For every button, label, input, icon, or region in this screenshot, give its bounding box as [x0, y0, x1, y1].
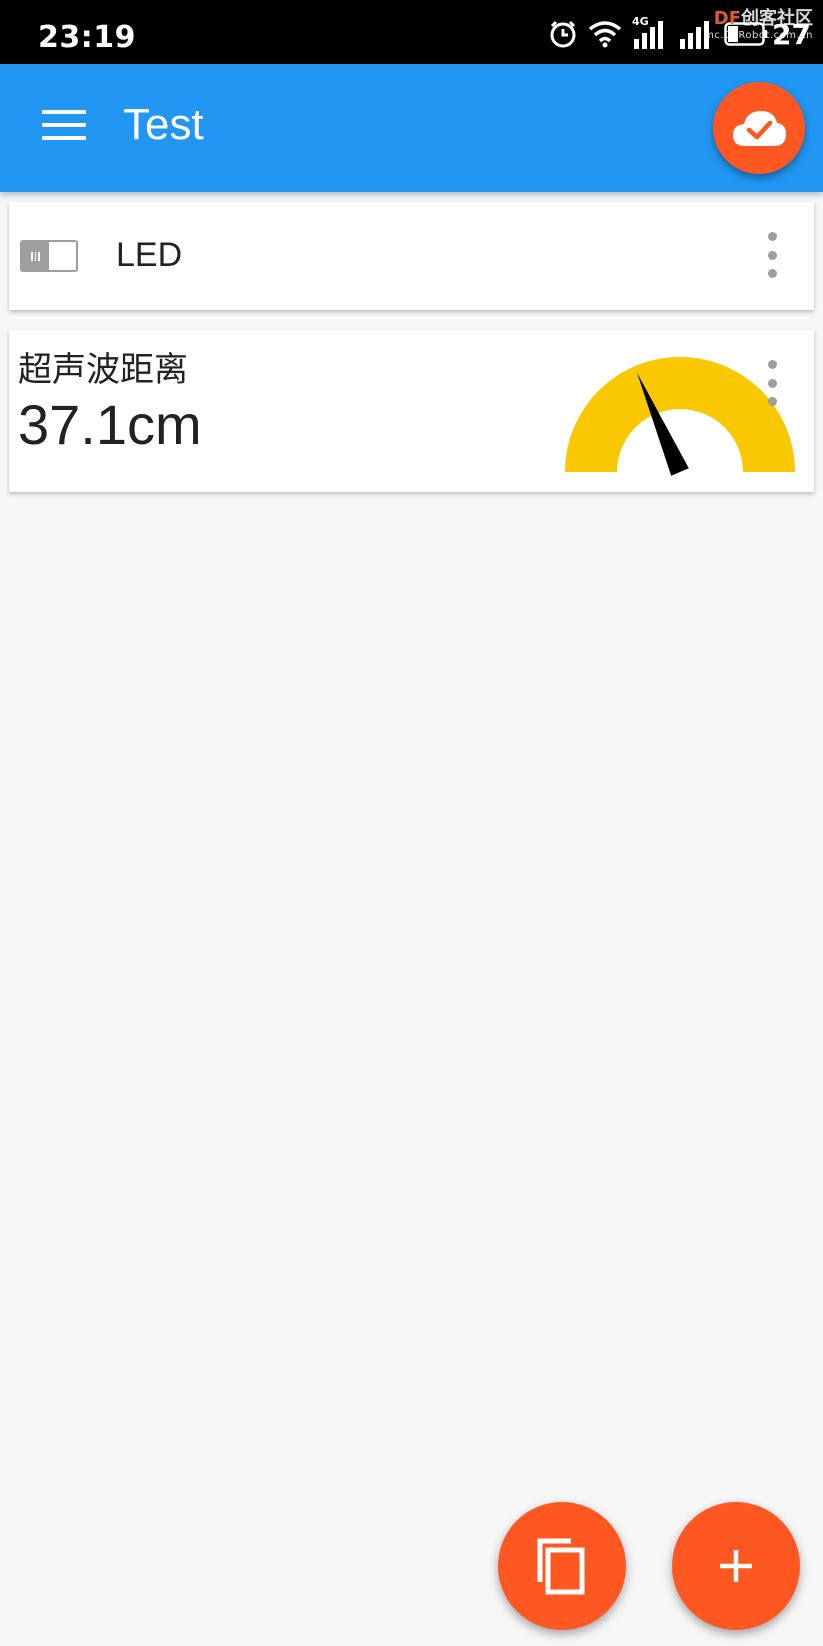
- cloud-sync-button[interactable]: [713, 82, 805, 174]
- watermark-brand: DF创客社区: [704, 4, 813, 30]
- alarm-icon: [550, 20, 576, 48]
- copy-icon: [537, 1538, 585, 1595]
- distance-widget-card: 超声波距离 37.1cm: [9, 330, 814, 492]
- led-switch[interactable]: [20, 240, 78, 272]
- more-vert-icon[interactable]: [762, 232, 782, 278]
- cell-signal-4g-icon: 4G: [632, 15, 668, 51]
- watermark: DF创客社区 mc.DFRobot.com.cn: [704, 4, 813, 41]
- led-widget-card: LED: [9, 202, 814, 310]
- distance-value: 37.1cm: [18, 393, 202, 456]
- more-vert-icon[interactable]: [762, 360, 782, 406]
- page-title: Test: [123, 100, 204, 149]
- cloud-check-icon: [733, 111, 786, 146]
- led-label: LED: [116, 236, 183, 274]
- wifi-icon: [588, 21, 622, 48]
- hamburger-menu-icon[interactable]: [42, 110, 86, 146]
- copy-button[interactable]: [498, 1502, 626, 1630]
- distance-title: 超声波距离: [18, 350, 188, 390]
- switch-knob: [22, 242, 49, 270]
- watermark-url: mc.DFRobot.com.cn: [704, 30, 813, 41]
- watermark-df: DF: [713, 8, 741, 29]
- plus-icon: [720, 1550, 752, 1582]
- app-bar: Test: [0, 64, 823, 192]
- status-bar: 23:19 4G 27 DF创客社区 mc.DFRobot.com.cn: [0, 0, 823, 64]
- status-time: 23:19: [38, 20, 136, 55]
- add-widget-button[interactable]: [672, 1502, 800, 1630]
- watermark-cn: 创客社区: [741, 8, 813, 29]
